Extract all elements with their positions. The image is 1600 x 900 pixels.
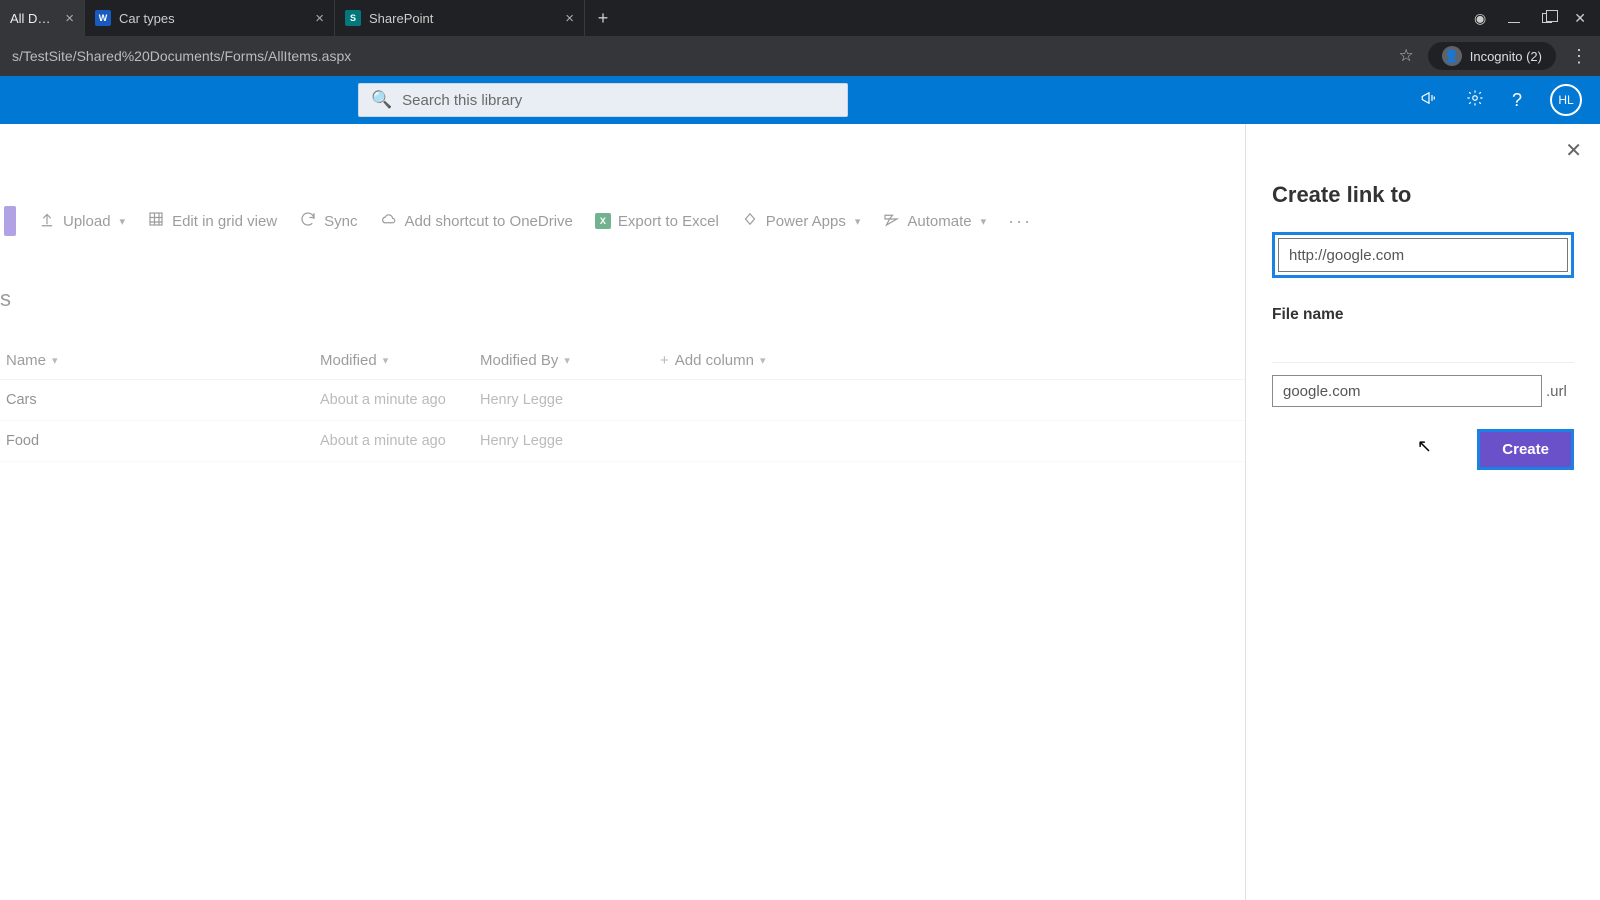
- chevron-down-icon: ▾: [52, 354, 58, 367]
- upload-icon: [38, 210, 56, 233]
- link-url-input[interactable]: [1278, 238, 1568, 272]
- power-apps-label: Power Apps: [766, 213, 846, 230]
- tab-close-icon[interactable]: ×: [315, 10, 324, 27]
- address-bar: s/TestSite/Shared%20Documents/Forms/AllI…: [0, 36, 1600, 76]
- sharepoint-favicon-icon: S: [345, 10, 361, 26]
- chevron-down-icon: ▾: [564, 354, 570, 367]
- chevron-down-icon: ▾: [383, 354, 389, 367]
- megaphone-icon[interactable]: [1420, 89, 1438, 112]
- sync-label: Sync: [324, 213, 357, 230]
- tab-title: Car types: [119, 11, 307, 26]
- export-excel-button[interactable]: X Export to Excel: [595, 213, 719, 230]
- upload-button[interactable]: Upload ▾: [38, 210, 125, 233]
- column-header-modified[interactable]: Modified ▾: [320, 352, 480, 369]
- cursor-icon: ↖: [1417, 436, 1432, 457]
- avatar-initials: HL: [1558, 93, 1573, 107]
- powerapps-icon: [741, 210, 759, 233]
- edit-grid-button[interactable]: Edit in grid view: [147, 210, 277, 233]
- browser-tab[interactable]: S SharePoint ×: [335, 0, 585, 36]
- filename-input[interactable]: [1272, 375, 1542, 407]
- automate-label: Automate: [907, 213, 971, 230]
- new-button-chip[interactable]: [4, 206, 16, 236]
- cell-name: Cars: [0, 392, 320, 408]
- onedrive-label: Add shortcut to OneDrive: [404, 213, 572, 230]
- bookmark-star-icon[interactable]: ☆: [1398, 46, 1413, 66]
- cell-modified: About a minute ago: [320, 392, 480, 408]
- browser-tab-strip: All Docum × W Car types × S SharePoint ×…: [0, 0, 1600, 36]
- create-button-highlight: Create: [1477, 429, 1574, 470]
- gear-icon[interactable]: [1466, 89, 1484, 112]
- avatar[interactable]: HL: [1550, 84, 1582, 116]
- browser-tab[interactable]: W Car types ×: [85, 0, 335, 36]
- chevron-down-icon: ▾: [855, 215, 861, 228]
- create-link-panel: ✕ Create link to File name .url Create ↖: [1245, 124, 1600, 900]
- tab-title: All Docum: [10, 11, 57, 26]
- tab-close-icon[interactable]: ×: [565, 10, 574, 27]
- account-icon[interactable]: ◉: [1474, 10, 1486, 27]
- add-column-button[interactable]: + Add column ▾: [660, 352, 766, 369]
- cell-modified: About a minute ago: [320, 433, 480, 449]
- cell-modified-by: Henry Legge: [480, 392, 660, 408]
- browser-menu-icon[interactable]: ⋮: [1570, 46, 1588, 67]
- link-url-highlight: [1272, 232, 1574, 278]
- window-controls: ◉ ✕: [1474, 0, 1600, 36]
- chevron-down-icon: ▾: [120, 215, 126, 228]
- tab-close-icon[interactable]: ×: [65, 10, 74, 27]
- excel-icon: X: [595, 213, 611, 229]
- automate-icon: [882, 210, 900, 233]
- filename-extension: .url: [1546, 383, 1567, 400]
- chevron-down-icon: ▾: [760, 354, 766, 367]
- column-header-name[interactable]: Name ▾: [0, 352, 320, 369]
- power-apps-button[interactable]: Power Apps ▾: [741, 210, 861, 233]
- cell-modified-by: Henry Legge: [480, 433, 660, 449]
- sync-icon: [299, 210, 317, 233]
- export-excel-label: Export to Excel: [618, 213, 719, 230]
- incognito-label: Incognito (2): [1470, 49, 1542, 64]
- filename-label: File name: [1272, 306, 1574, 324]
- window-maximize-icon[interactable]: [1542, 10, 1552, 26]
- cell-name: Food: [0, 433, 320, 449]
- more-actions-button[interactable]: ···: [1008, 211, 1032, 232]
- window-minimize-icon[interactable]: [1508, 10, 1520, 26]
- word-favicon-icon: W: [95, 10, 111, 26]
- sync-button[interactable]: Sync: [299, 210, 357, 233]
- browser-tab-active[interactable]: All Docum ×: [0, 0, 85, 36]
- incognito-icon: 👤: [1442, 46, 1462, 66]
- incognito-indicator[interactable]: 👤 Incognito (2): [1428, 42, 1556, 70]
- grid-icon: [147, 210, 165, 233]
- window-close-icon[interactable]: ✕: [1574, 10, 1586, 27]
- chevron-down-icon: ▾: [981, 215, 987, 228]
- upload-label: Upload: [63, 213, 111, 230]
- help-icon[interactable]: ?: [1512, 90, 1522, 111]
- onedrive-icon: [379, 210, 397, 233]
- suite-bar: 🔍 Search this library ? HL: [0, 76, 1600, 124]
- tab-title: SharePoint: [369, 11, 557, 26]
- panel-title: Create link to: [1272, 182, 1574, 208]
- new-tab-button[interactable]: +: [585, 0, 621, 36]
- onedrive-shortcut-button[interactable]: Add shortcut to OneDrive: [379, 210, 572, 233]
- create-button[interactable]: Create: [1480, 432, 1571, 467]
- close-icon[interactable]: ✕: [1565, 138, 1582, 163]
- edit-grid-label: Edit in grid view: [172, 213, 277, 230]
- plus-icon: +: [660, 352, 669, 369]
- search-input[interactable]: 🔍 Search this library: [358, 83, 848, 117]
- search-icon: 🔍: [371, 90, 392, 110]
- search-placeholder: Search this library: [402, 92, 522, 109]
- column-header-modified-by[interactable]: Modified By ▾: [480, 352, 660, 369]
- automate-button[interactable]: Automate ▾: [882, 210, 986, 233]
- url-text[interactable]: s/TestSite/Shared%20Documents/Forms/AllI…: [12, 48, 1388, 64]
